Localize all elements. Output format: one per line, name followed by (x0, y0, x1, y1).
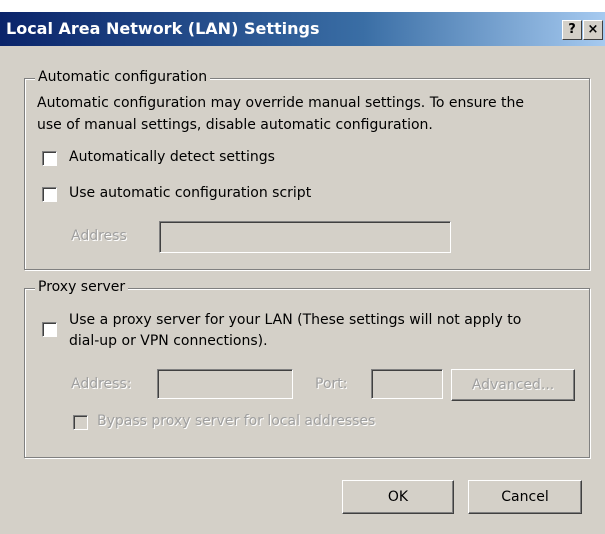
auto-config-address-input[interactable] (159, 221, 451, 253)
use-proxy-checkbox[interactable] (42, 322, 57, 337)
proxy-address-input[interactable] (157, 369, 293, 399)
proxy-port-label: Port: (315, 376, 348, 392)
auto-config-address-label: Address (71, 228, 127, 244)
auto-config-description-line2: use of manual settings, disable automati… (37, 117, 433, 133)
proxy-server-group: Proxy server Use a proxy server for your… (24, 279, 590, 458)
bypass-local-checkbox[interactable] (73, 415, 88, 430)
lan-settings-dialog: Local Area Network (LAN) Settings ? × Au… (0, 12, 605, 534)
automatic-configuration-group: Automatic configuration Automatic config… (24, 69, 590, 270)
close-button[interactable]: × (583, 20, 603, 40)
auto-detect-checkbox[interactable] (42, 151, 57, 166)
title-bar[interactable]: Local Area Network (LAN) Settings ? × (0, 12, 605, 46)
bypass-local-label[interactable]: Bypass proxy server for local addresses (97, 413, 375, 429)
auto-config-script-label[interactable]: Use automatic configuration script (69, 185, 311, 201)
help-button[interactable]: ? (562, 20, 582, 40)
auto-config-script-checkbox[interactable] (42, 187, 57, 202)
ok-button[interactable]: OK (342, 480, 454, 514)
proxy-port-input[interactable] (371, 369, 443, 399)
proxy-address-label: Address: (71, 376, 132, 392)
window-title: Local Area Network (LAN) Settings (6, 19, 320, 38)
use-proxy-label-line1[interactable]: Use a proxy server for your LAN (These s… (69, 312, 521, 328)
cancel-button[interactable]: Cancel (468, 480, 582, 514)
use-proxy-label-line2[interactable]: dial-up or VPN connections). (69, 333, 268, 349)
proxy-server-legend: Proxy server (35, 279, 129, 295)
auto-detect-label[interactable]: Automatically detect settings (69, 149, 275, 165)
automatic-configuration-legend: Automatic configuration (35, 69, 211, 85)
advanced-button[interactable]: Advanced... (451, 369, 575, 401)
auto-config-description-line1: Automatic configuration may override man… (37, 95, 525, 111)
